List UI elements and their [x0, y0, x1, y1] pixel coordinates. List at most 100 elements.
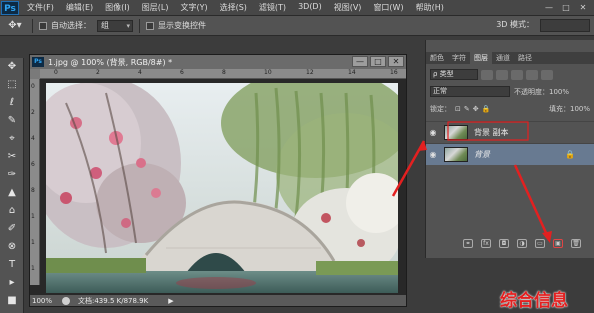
tools-panel: ✥ ⬚ ℓ ✎ ⌖ ✂ ✑ ▲ ⌂ ✐ ⊗ T ▸ ■ ◐ [0, 58, 24, 313]
mask-icon[interactable]: ◘ [499, 238, 509, 248]
visibility-eye-icon[interactable]: ◉ [426, 128, 440, 137]
link-icon[interactable]: ⚭ [463, 238, 473, 248]
menu-bar: Ps 文件(F) 编辑(E) 图像(I) 图层(L) 文字(Y) 选择(S) 滤… [0, 0, 594, 16]
opacity-field[interactable]: 不透明度：100% [514, 87, 569, 97]
document-window-controls: — □ ✕ [350, 56, 404, 67]
document-title: 1.jpg @ 100% (背景, RGB/8#) * [48, 57, 173, 67]
zoom-level[interactable]: 100% [30, 297, 56, 305]
show-transform-label: 显示变换控件 [158, 21, 206, 30]
menu-type[interactable]: 文字(Y) [180, 2, 207, 13]
ruler-h-tick: 0 [54, 69, 58, 76]
options-separator [32, 18, 33, 33]
shape-tool-icon[interactable]: ■ [0, 292, 24, 310]
menu-file[interactable]: 文件(F) [27, 2, 54, 13]
blend-mode-dropdown[interactable]: 正常 [430, 86, 510, 97]
stamp-tool-icon[interactable]: ▲ [0, 184, 24, 202]
tab-color[interactable]: 颜色 [426, 52, 448, 64]
filter-shape-icon[interactable] [526, 69, 538, 80]
fill-field[interactable]: 填充：100% [549, 104, 590, 114]
menu-image[interactable]: 图像(I) [105, 2, 130, 13]
panel-tabs: 颜色 字符 图层 通道 路径 [426, 52, 594, 64]
tab-character[interactable]: 字符 [448, 52, 470, 64]
layer-row[interactable]: ◉ 背景 副本 [426, 121, 594, 143]
document-size-info: 文档:439.5 K/878.9K [78, 296, 149, 305]
photoshop-window: Ps 文件(F) 编辑(E) 图像(I) 图层(L) 文字(Y) 选择(S) 滤… [0, 0, 594, 313]
path-select-tool-icon[interactable]: ▸ [0, 274, 24, 292]
ruler-corner[interactable] [30, 69, 40, 79]
brush-tool-icon[interactable]: ✑ [0, 166, 24, 184]
ruler-h-tick: 12 [306, 69, 314, 76]
eraser-tool-icon[interactable]: ✐ [0, 220, 24, 238]
horizontal-ruler[interactable]: 0 2 4 6 8 10 12 14 16 [40, 69, 406, 79]
visibility-eye-icon[interactable]: ◉ [426, 150, 440, 159]
tab-layers[interactable]: 图层 [470, 52, 492, 64]
lock-label: 锁定： [430, 104, 451, 113]
filter-pixel-icon[interactable] [481, 69, 493, 80]
auto-select-checkbox[interactable] [39, 21, 47, 30]
move-icon[interactable]: ✥▾ [4, 18, 26, 34]
type-tool-icon[interactable]: T [0, 256, 24, 274]
group-icon[interactable]: ▭ [535, 238, 545, 248]
doc-minimize-button[interactable]: — [352, 56, 368, 67]
move-tool-icon[interactable]: ✥ [0, 58, 24, 76]
status-menu-arrow-icon[interactable]: ▶ [168, 297, 173, 305]
window-controls: — □ ✕ [539, 2, 590, 13]
document-window: Ps 1.jpg @ 100% (背景, RGB/8#) * — □ ✕ 0 2… [29, 54, 407, 307]
vertical-ruler[interactable]: 0 2 4 6 8 1 1 1 [30, 79, 40, 285]
lock-icons[interactable]: ⊡✎✥🔒 [455, 105, 493, 113]
quick-select-tool-icon[interactable]: ✎ [0, 112, 24, 130]
fx-icon[interactable]: fx [481, 238, 491, 248]
tab-paths[interactable]: 路径 [514, 52, 536, 64]
adjustment-icon[interactable]: ◑ [517, 238, 527, 248]
ruler-v-tick: 1 [31, 265, 35, 272]
menu-view[interactable]: 视图(V) [334, 2, 362, 13]
menu-layer[interactable]: 图层(L) [142, 2, 169, 13]
history-brush-tool-icon[interactable]: ⌂ [0, 202, 24, 220]
menu-select[interactable]: 选择(S) [220, 2, 247, 13]
maximize-button[interactable]: □ [559, 2, 573, 13]
layer-name[interactable]: 背景 副本 [474, 127, 509, 138]
menu-window[interactable]: 窗口(W) [373, 2, 403, 13]
lock-icon: 🔒 [565, 150, 575, 159]
mode-3d-label: 3D 模式： [496, 20, 534, 29]
layer-filter-dropdown[interactable]: ρ 类型 [430, 69, 478, 80]
ruler-v-tick: 1 [31, 239, 35, 246]
auto-select-dropdown[interactable]: 组 [97, 19, 133, 32]
document-titlebar[interactable]: Ps 1.jpg @ 100% (背景, RGB/8#) * — □ ✕ [30, 55, 406, 69]
ruler-h-tick: 8 [222, 69, 226, 76]
blur-tool-icon[interactable]: ⊗ [0, 238, 24, 256]
menu-help[interactable]: 帮助(H) [416, 2, 444, 13]
tab-channels[interactable]: 通道 [492, 52, 514, 64]
canvas-area[interactable] [40, 79, 406, 295]
minimize-button[interactable]: — [542, 2, 556, 13]
canvas-photo[interactable] [46, 83, 398, 293]
layer-thumbnail [444, 125, 468, 140]
status-info-icon[interactable] [62, 296, 70, 305]
ruler-h-tick: 16 [390, 69, 398, 76]
filter-type-icon[interactable] [511, 69, 523, 80]
layer-filter-row: ρ 类型 [430, 68, 590, 81]
ruler-v-tick: 6 [31, 161, 35, 168]
lasso-tool-icon[interactable]: ℓ [0, 94, 24, 112]
lock-row: 锁定： ⊡✎✥🔒 填充：100% [430, 102, 590, 115]
mode-3d: 3D 模式： [490, 19, 534, 30]
show-transform-checkbox[interactable] [146, 21, 154, 30]
close-button[interactable]: ✕ [576, 2, 590, 13]
trash-icon[interactable]: 🗑 [571, 238, 581, 248]
menu-3d[interactable]: 3D(D) [298, 2, 322, 13]
layer-row-selected[interactable]: ◉ 背景 🔒 [426, 143, 594, 165]
eyedropper-tool-icon[interactable]: ⌖ [0, 130, 24, 148]
marquee-tool-icon[interactable]: ⬚ [0, 76, 24, 94]
filter-adjust-icon[interactable] [496, 69, 508, 80]
layer-name[interactable]: 背景 [474, 149, 490, 160]
crop-tool-icon[interactable]: ✂ [0, 148, 24, 166]
doc-maximize-button[interactable]: □ [370, 56, 386, 67]
new-layer-icon[interactable]: ▣ [553, 238, 563, 248]
ps-logo: Ps [1, 0, 19, 15]
filter-smart-icon[interactable] [541, 69, 553, 80]
menu-edit[interactable]: 编辑(E) [66, 2, 93, 13]
doc-close-button[interactable]: ✕ [388, 56, 404, 67]
menu-filter[interactable]: 滤镜(T) [259, 2, 286, 13]
workspace-dropdown[interactable] [540, 19, 590, 32]
layer-thumbnail [444, 147, 468, 162]
